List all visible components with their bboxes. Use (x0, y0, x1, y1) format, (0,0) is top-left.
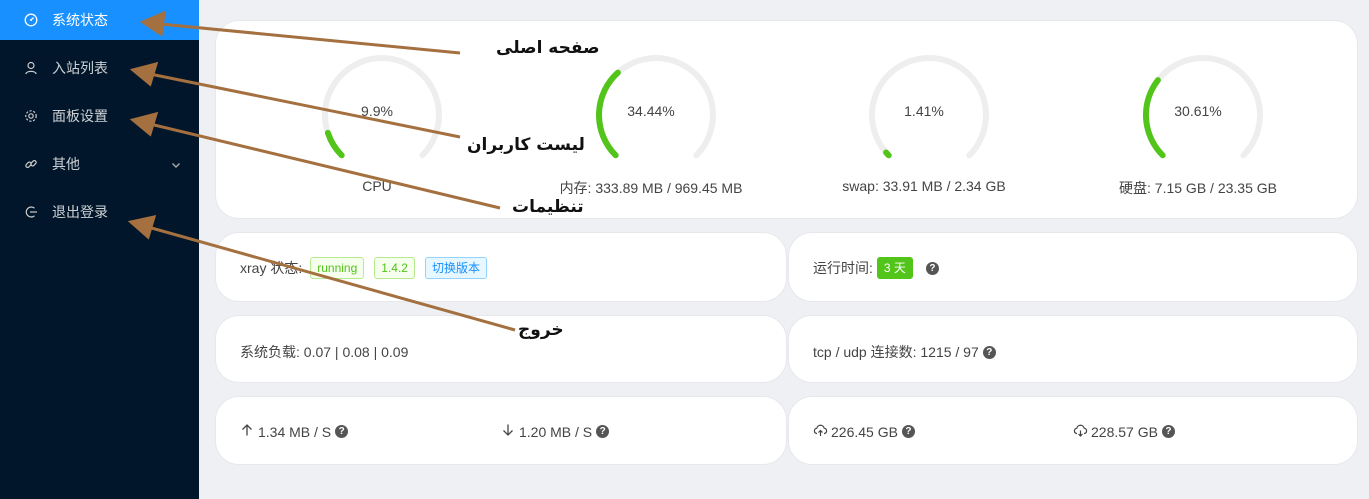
uptime-label: 运行时间: (813, 260, 873, 276)
memory-percent: 34.44% (627, 103, 675, 119)
sidebar-item-label: 其他 (52, 156, 80, 172)
sidebar-item-panel-settings[interactable]: 面板设置 (0, 96, 199, 136)
download-speed-value: 1.20 MB / S (519, 423, 593, 440)
sidebar-item-label: 退出登录 (52, 204, 108, 220)
help-icon[interactable]: ? (335, 425, 349, 438)
annotation-home: صفحه اصلی (496, 38, 600, 58)
memory-gauge: 34.44% (591, 55, 721, 175)
upload-speed-row: 1.34 MB / S ? (240, 423, 349, 440)
link-icon (24, 157, 38, 171)
cloud-download-icon (1073, 423, 1088, 440)
total-sent-value: 226.45 GB (831, 423, 898, 440)
sidebar: 系统状态 入站列表 面板设置 其他 退出登录 (0, 0, 199, 499)
disk-gauge: 30.61% (1138, 55, 1268, 175)
total-received-value: 228.57 GB (1091, 423, 1158, 440)
annotation-logout: خروج (518, 320, 564, 340)
sidebar-item-other[interactable]: 其他 (0, 144, 199, 184)
chevron-down-icon (171, 157, 181, 173)
xray-version-badge: 1.4.2 (374, 257, 415, 279)
total-received-row: 228.57 GB ? (1073, 423, 1175, 440)
cloud-upload-icon (813, 423, 828, 440)
help-icon[interactable]: ? (901, 425, 915, 438)
help-icon[interactable]: ? (982, 345, 996, 359)
cpu-gauge: 9.9% (317, 55, 447, 175)
dashboard-icon (24, 13, 38, 27)
swap-percent: 1.41% (904, 103, 944, 119)
sidebar-item-label: 入站列表 (52, 60, 108, 76)
upload-speed-value: 1.34 MB / S (258, 423, 332, 440)
connections-text: tcp / udp 连接数: 1215 / 97 (813, 344, 979, 360)
disk-label: 硬盘: 7.15 GB / 23.35 GB (1119, 180, 1277, 196)
xray-state-badge: running (310, 257, 365, 279)
arrow-up-icon (240, 423, 254, 440)
help-icon[interactable]: ? (1161, 425, 1175, 438)
swap-gauge: 1.41% (864, 55, 994, 175)
sidebar-item-inbound-list[interactable]: 入站列表 (0, 48, 199, 88)
total-sent-row: 226.45 GB ? (813, 423, 915, 440)
memory-label: 内存: 333.89 MB / 969.45 MB (559, 180, 743, 196)
xray-status-row: xray 状态: running 1.4.2 切换版本 (240, 257, 487, 279)
user-icon (24, 61, 38, 75)
disk-percent: 30.61% (1174, 103, 1222, 119)
system-load-text: 系统负载: 0.07 | 0.08 | 0.09 (240, 344, 409, 360)
cpu-percent: 9.9% (361, 103, 393, 119)
uptime-row: 运行时间: 3 天 ? (813, 257, 939, 279)
xray-status-label: xray 状态: (240, 260, 303, 276)
swap-label: swap: 33.91 MB / 2.34 GB (842, 178, 1006, 194)
arrow-down-icon (501, 423, 515, 440)
switch-version-button[interactable]: 切换版本 (424, 257, 487, 279)
uptime-badge: 3 天 (876, 257, 913, 279)
logout-icon (24, 205, 38, 219)
sidebar-item-label: 面板设置 (52, 108, 108, 124)
annotation-settings: تنظیمات (512, 197, 584, 217)
connections-row: tcp / udp 连接数: 1215 / 97 ? (813, 342, 996, 362)
annotation-user-list: لیست کاربران (467, 135, 585, 155)
download-speed-row: 1.20 MB / S ? (501, 423, 610, 440)
help-icon[interactable]: ? (925, 261, 939, 275)
cpu-label: CPU (362, 178, 392, 194)
sidebar-item-system-status[interactable]: 系统状态 (0, 0, 199, 40)
help-icon[interactable]: ? (596, 425, 610, 438)
sidebar-item-logout[interactable]: 退出登录 (0, 192, 199, 232)
gear-icon (24, 109, 38, 123)
sidebar-item-label: 系统状态 (52, 12, 108, 28)
